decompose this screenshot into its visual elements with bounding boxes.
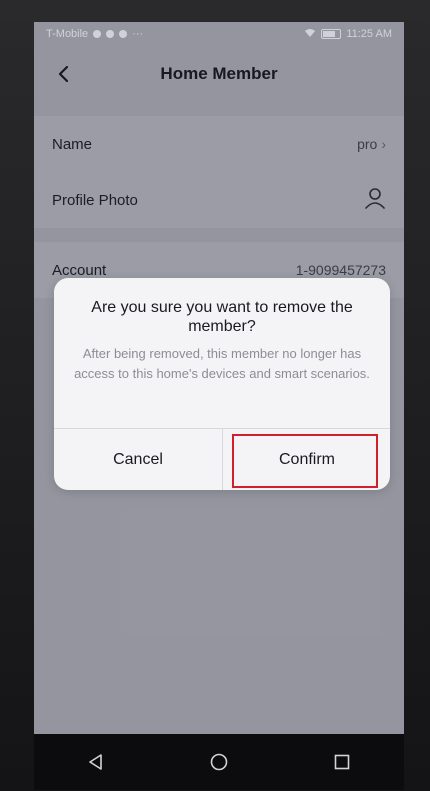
recents-square-icon: [335, 754, 350, 770]
confirm-button[interactable]: Confirm: [223, 429, 390, 490]
system-nav-bar: [34, 734, 404, 790]
dialog-title: Are you sure you want to remove the memb…: [91, 299, 353, 335]
cancel-button[interactable]: Cancel: [54, 429, 222, 490]
dialog-message: After being removed, this member no long…: [74, 346, 370, 381]
nav-recents-button[interactable]: [322, 742, 362, 782]
back-triangle-icon: [88, 754, 102, 770]
remove-member-dialog: Are you sure you want to remove the memb…: [54, 278, 390, 490]
nav-back-button[interactable]: [76, 742, 116, 782]
home-circle-icon: [210, 753, 228, 771]
nav-home-button[interactable]: [199, 742, 239, 782]
app-screen: T-Mobile ··· 11:25 AM Home Member Name p…: [34, 22, 404, 734]
